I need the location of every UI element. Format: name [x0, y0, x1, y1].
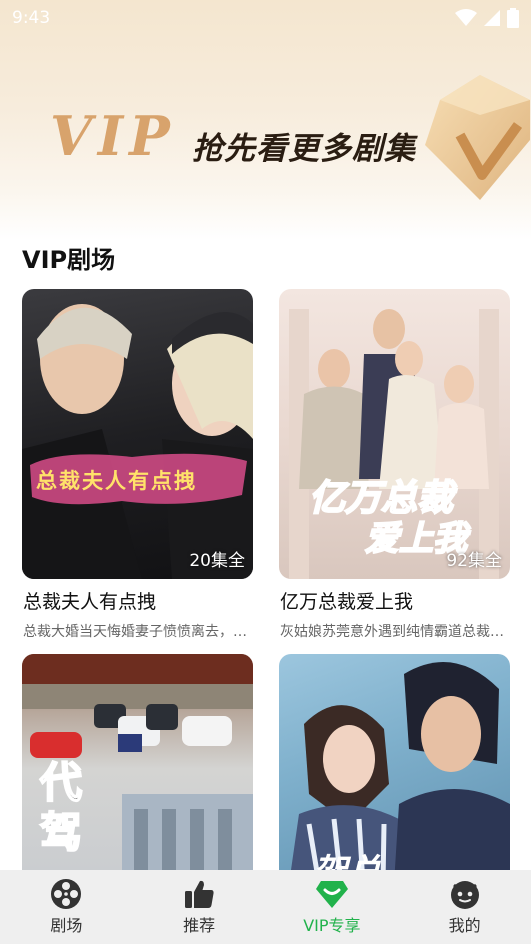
cover-title-text: 总裁夫人有点拽 [36, 468, 197, 493]
vip-diamond-icon [315, 881, 348, 908]
thumbs-up-icon [185, 880, 214, 908]
drama-description: 灰姑娘苏莞意外遇到纯情霸道总裁…… [280, 624, 508, 640]
status-bar: 9:43 [0, 0, 531, 36]
tab-recommend[interactable]: 推荐 [133, 870, 266, 944]
drama-card[interactable]: 亿万总裁 爱上我 92集全 亿万总裁爱上我 灰姑娘苏莞意外遇到纯情霸道总裁…… [279, 289, 510, 640]
tab-label: VIP专享 [303, 916, 361, 935]
status-time: 9:43 [12, 8, 51, 28]
drama-cover[interactable]: 架总 [279, 654, 510, 884]
tab-label: 剧场 [50, 916, 83, 935]
wifi-icon [455, 9, 477, 26]
bottom-tab-bar: 剧场 推荐 VIP专享 我的 [0, 870, 531, 944]
drama-card[interactable]: 架总 [279, 654, 510, 884]
drama-title[interactable]: 总裁夫人有点拽 [23, 587, 156, 614]
film-reel-icon [51, 879, 82, 909]
tab-mine[interactable]: 我的 [398, 870, 531, 944]
profile-face-icon [450, 881, 479, 909]
drama-cover[interactable]: 总裁夫人有点拽 20集全 [22, 289, 253, 579]
cover-art [22, 304, 253, 579]
banner-vip-text: VIP [50, 104, 176, 168]
tab-label: 推荐 [183, 916, 216, 935]
banner-slogan: 抢先看更多剧集 [192, 131, 416, 167]
vip-banner: 9:43 VIP 抢先看更多剧集 [0, 0, 531, 240]
episode-count: 92集全 [446, 551, 502, 571]
status-icons [455, 8, 519, 28]
section-title: VIP剧场 [22, 246, 116, 274]
drama-cover[interactable]: 亿万总裁 爱上我 92集全 [279, 289, 510, 579]
tab-theater[interactable]: 剧场 [0, 870, 133, 944]
episode-count: 20集全 [189, 551, 245, 571]
signal-icon [484, 10, 500, 26]
drama-description: 总裁大婚当天悔婚妻子愤愤离去，三年后…… [23, 624, 251, 640]
tab-vip[interactable]: VIP专享 [266, 870, 399, 944]
drama-card[interactable]: 总裁夫人有点拽 20集全 总裁夫人有点拽 总裁大婚当天悔婚妻子愤愤离去，三年后…… [22, 289, 253, 640]
battery-icon [507, 8, 519, 28]
drama-card[interactable]: 代驾 [22, 654, 253, 884]
drama-cover[interactable]: 代驾 [22, 654, 253, 884]
tab-label: 我的 [448, 916, 481, 935]
gold-diamond-icon [425, 75, 530, 200]
drama-title[interactable]: 亿万总裁爱上我 [280, 587, 413, 614]
cover-title-text: 代驾 [39, 757, 83, 858]
